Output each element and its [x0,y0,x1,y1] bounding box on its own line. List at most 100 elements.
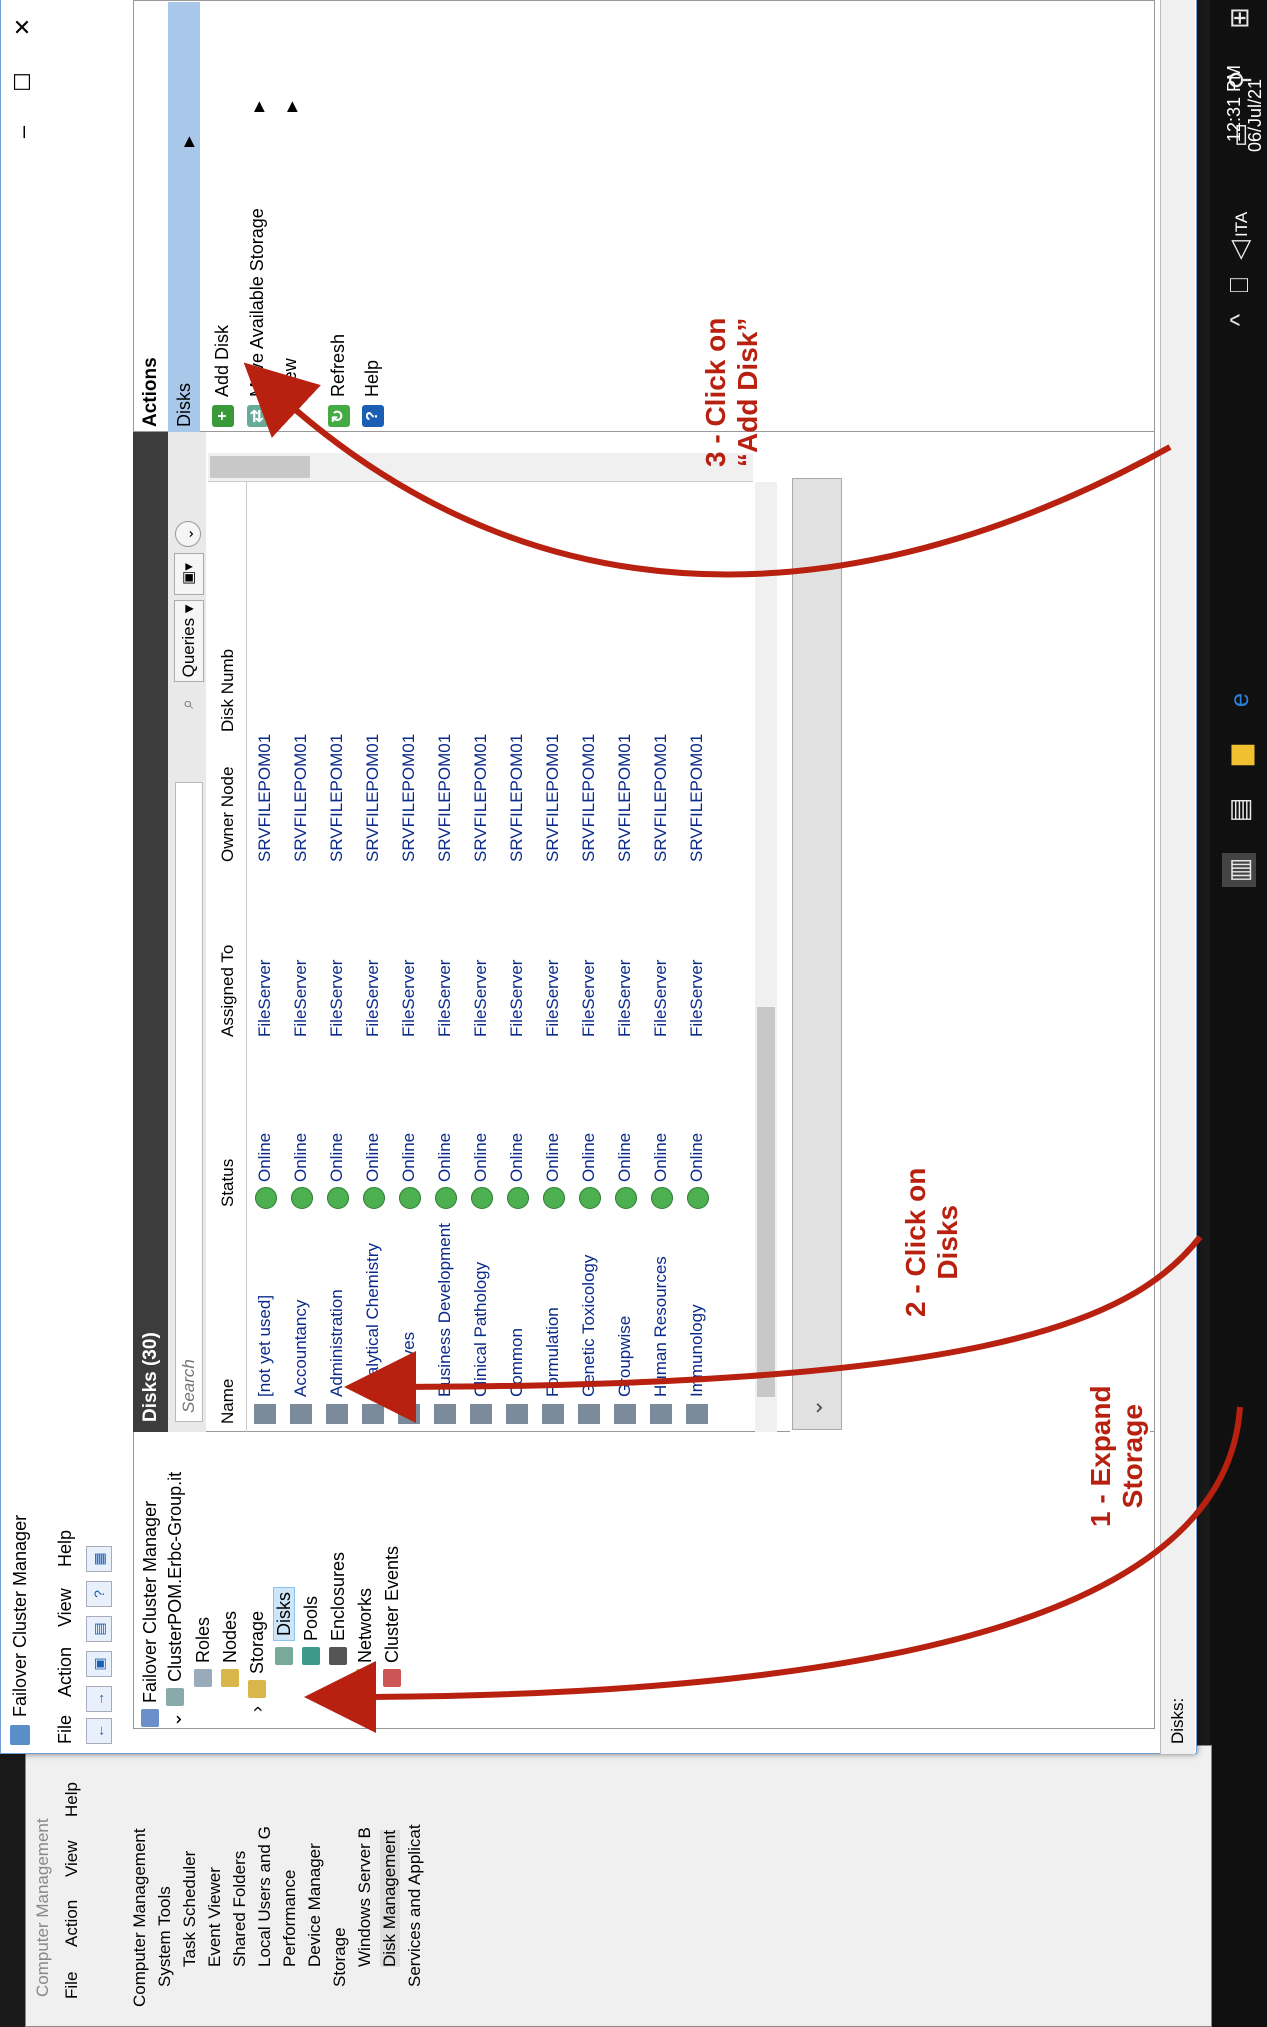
table-row[interactable]: Administration Online FileServer SRVFILEPOM… [324,487,352,1427]
cm-tree-item[interactable]: Local Users and G [255,1826,275,1967]
scrollbar-thumb[interactable] [757,1007,775,1397]
disks-icon [275,1647,293,1665]
table-row[interactable]: Business Development Online FileServer SRVF… [432,487,460,1427]
status-label: Disks: [1168,1697,1187,1744]
search-icon[interactable]: ⌕ [177,699,198,709]
close-button[interactable]: ✕ [10,12,36,42]
tree-root[interactable]: Failover Cluster Manager [140,1501,161,1727]
cm-tree-item[interactable]: Performance [280,1870,300,1967]
cm-menu-view[interactable]: View [62,1840,82,1877]
queries-label: Queries [179,617,198,678]
table-row[interactable]: Common Online FileServer SRVFILEPOM01 [504,487,532,1427]
annotation-step-2-line2: Disks [932,1204,963,1280]
cm-tree-item[interactable]: Storage [330,1927,350,1987]
start-icon[interactable]: ⊞ [1222,1,1256,35]
menu-action[interactable]: Action [55,1647,76,1697]
help-icon[interactable]: ? [86,1581,112,1607]
cm-tree-item[interactable]: Task Scheduler [180,1851,200,1967]
show-hide-tree-icon[interactable]: ▤ [86,1616,112,1642]
col-status[interactable]: Status [218,1159,238,1207]
add-disk-icon[interactable]: + [212,405,234,427]
table-row[interactable]: Clinical Pathology Online FileServer SRVFIL… [468,487,496,1427]
cm-tree-item-selected[interactable]: Disk Management [380,1829,400,1967]
cm-tree-item[interactable]: Event Viewer [205,1867,225,1967]
add-disk-action[interactable]: Add Disk [212,325,233,397]
chevron-up-icon[interactable]: ^ [1222,303,1256,337]
tree-cluster-events[interactable]: Cluster Events [382,1546,403,1687]
table-row[interactable]: Archives Online FileServer SRVFILEPOM01 [396,487,424,1427]
chevron-right-icon[interactable]: › [247,1706,267,1712]
clock-date[interactable]: 06/Jul/21 [1245,79,1266,152]
cm-tree-item[interactable]: Computer Management [130,1828,150,2007]
cm-tree-item[interactable]: System Tools [155,1886,175,1987]
cm-tree-item[interactable]: Shared Folders [230,1851,250,1967]
section-arrow-icon[interactable]: ▶ [180,136,197,147]
menu-file[interactable]: File [55,1715,76,1744]
menu-view[interactable]: View [55,1588,76,1627]
cell-assigned-to: FileServer [471,959,490,1037]
queries-button[interactable]: Queries ▾ [174,600,204,682]
show-hide-action-icon[interactable]: ▦ [86,1546,112,1572]
cm-tree-item[interactable]: Services and Applicat [405,1824,425,1987]
volume-muted-icon[interactable]: ◁ [1222,233,1256,267]
folder-icon[interactable]: ▣ [86,1651,112,1677]
save-query-button[interactable]: ▣▾ [174,553,204,595]
tree-storage[interactable]: › Storage [247,1611,268,1712]
cm-tree-item[interactable]: Windows Server B [355,1827,375,1967]
table-row[interactable]: [not yet used] Online FileServer SRVFILEPOM… [252,487,280,1427]
table-row[interactable]: Immunology Online FileServer SRVFILEPOM01 [684,487,712,1427]
tree-enclosures[interactable]: Enclosures [328,1552,349,1665]
move-storage-action[interactable]: Move Available Storage [247,208,268,397]
cell-status: Online [363,1132,382,1182]
failover-cluster-taskbar-icon[interactable]: ▥ [1222,853,1256,887]
view-action[interactable]: View [280,358,301,397]
refresh-icon[interactable]: ↻ [328,405,350,427]
col-owner-node[interactable]: Owner Node [218,767,238,862]
refresh-action[interactable]: Refresh [328,334,349,397]
help-action[interactable]: Help [362,360,383,397]
table-row[interactable]: Formulation Online FileServer SRVFILEPOM01 [540,487,568,1427]
server-manager-icon[interactable]: ▤ [1222,793,1256,827]
table-row[interactable]: Accountancy Online FileServer SRVFILEPOM01 [288,487,316,1427]
table-row[interactable]: Genetic Toxicology Online FileServer SRVFIL… [576,487,604,1427]
menu-help[interactable]: Help [55,1530,76,1567]
table-row[interactable]: Human Resources Online FileServer SRVFILEPO… [648,487,676,1427]
col-assigned-to[interactable]: Assigned To [218,945,238,1037]
cluster-icon [166,1687,184,1706]
actions-section-band[interactable] [168,2,200,432]
maximize-button[interactable]: ☐ [10,67,36,97]
expand-chevron-icon[interactable]: ⌄ [175,521,201,547]
tree-networks[interactable]: Networks [355,1588,376,1687]
clock-time[interactable]: 12:31 PM [1224,65,1245,142]
cm-tree-item[interactable]: Device Manager [305,1843,325,1967]
search-input[interactable] [175,782,203,1422]
language-indicator[interactable]: ITA [1232,212,1252,237]
expand-details-icon[interactable]: ⌄ [802,1399,828,1417]
online-status-icon [471,1187,493,1209]
submenu-arrow-icon[interactable]: ▶ [283,101,300,112]
tree-roles[interactable]: Roles [193,1617,214,1687]
file-explorer-icon[interactable]: ▆ [1222,738,1256,772]
cm-menu-help[interactable]: Help [62,1782,82,1817]
tree-nodes[interactable]: Nodes [220,1611,241,1687]
help-icon[interactable]: ? [362,405,384,427]
col-name[interactable]: Name [218,1379,238,1424]
cm-menu-action[interactable]: Action [62,1900,82,1947]
tree-disks[interactable]: Disks [273,1587,295,1665]
forward-icon[interactable]: → [86,1686,112,1712]
table-row[interactable]: Analytical Chemistry Online FileServer SRVF… [360,487,388,1427]
scrollbar-thumb[interactable] [210,456,310,478]
move-storage-icon[interactable]: ⇄ [247,405,269,427]
tree-pools[interactable]: Pools [301,1596,322,1665]
internet-explorer-icon[interactable]: e [1222,683,1256,717]
tree-cluster[interactable]: ⌄ ClusterPOM.Erbc-Group.it [165,1472,186,1727]
table-row[interactable]: Groupwise Online FileServer SRVFILEPOM01 [612,487,640,1427]
submenu-arrow-icon[interactable]: ▶ [250,101,267,112]
minimize-button[interactable]: – [10,117,36,147]
network-icon[interactable]: ⎕ [1222,268,1256,302]
chevron-down-icon[interactable]: ⌄ [165,1712,185,1727]
col-disk-number[interactable]: Disk Numb [218,649,238,732]
back-icon[interactable]: ← [86,1718,112,1744]
cell-name: [not yet used] [255,1294,274,1397]
cm-menu-file[interactable]: File [62,1972,82,1999]
